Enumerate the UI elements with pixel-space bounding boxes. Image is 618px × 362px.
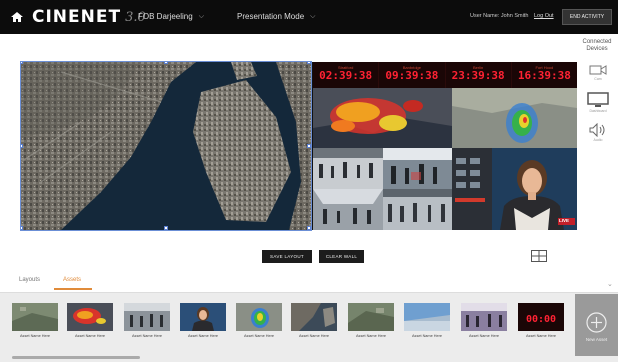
resize-handle[interactable] xyxy=(21,62,23,64)
asset-thumbnail xyxy=(236,303,282,331)
save-layout-button[interactable]: SAVE LAYOUT xyxy=(262,250,312,263)
asset-name: Asset Name Here xyxy=(132,334,162,338)
device-label: Cam xyxy=(594,77,602,81)
world-clock: Berlin 23:39:38 xyxy=(446,62,512,88)
device-label: Audio xyxy=(593,138,603,142)
asset-thumbnail: 00:00 xyxy=(518,303,564,331)
asset-name: Asset Name Here xyxy=(20,334,50,338)
new-asset-button[interactable]: New Asset xyxy=(575,294,618,356)
logout-link[interactable]: Log Out xyxy=(534,13,554,19)
asset-thumbnail xyxy=(67,303,113,331)
asset-thumbnail xyxy=(404,303,450,331)
selected-map-tile[interactable] xyxy=(20,61,312,231)
connected-devices-title: Connected Devices xyxy=(582,39,612,52)
asset-thumbnail xyxy=(180,303,226,331)
world-clock: Stratford 02:39:38 xyxy=(313,62,380,88)
camera-icon xyxy=(589,65,607,75)
asset-name: Asset Name Here xyxy=(75,334,105,338)
world-clock: Banbridge 09:39:38 xyxy=(379,62,446,88)
grid-layout-icon[interactable] xyxy=(531,249,547,267)
asset-item[interactable]: Asset Name Here xyxy=(291,303,337,338)
asset-name: Asset Name Here xyxy=(299,334,329,338)
user-name: User Name: John Smith xyxy=(470,13,529,19)
asset-item[interactable]: Asset Name Here xyxy=(404,303,450,338)
asset-thumbnail xyxy=(348,303,394,331)
asset-item[interactable]: Asset Name Here xyxy=(236,303,282,338)
camera-feed-tile[interactable] xyxy=(383,148,452,189)
clock-time: 16:39:38 xyxy=(517,69,571,82)
tray-scrollbar[interactable] xyxy=(12,356,140,359)
asset-item[interactable]: Asset Name Here xyxy=(12,303,58,338)
resize-handle[interactable] xyxy=(164,226,168,230)
mode-menu-label: Presentation Mode xyxy=(237,12,305,21)
asset-name: Asset Name Here xyxy=(188,334,218,338)
monitor-icon xyxy=(587,92,609,107)
clock-time: 09:39:38 xyxy=(385,69,439,82)
location-menu-label: FOB Darjeeling xyxy=(138,12,193,21)
live-badge: LIVE xyxy=(559,218,570,223)
asset-name: Asset Name Here xyxy=(412,334,442,338)
chevron-down-icon: ⌵ xyxy=(198,12,204,20)
asset-name: Asset Name Here xyxy=(356,334,386,338)
asset-item[interactable]: Asset Name Here xyxy=(124,303,170,338)
asset-item[interactable]: 00:00 Asset Name Here xyxy=(518,303,564,338)
resize-handle[interactable] xyxy=(164,62,168,64)
new-asset-label: New Asset xyxy=(585,337,608,342)
speaker-icon xyxy=(589,123,605,137)
chevron-down-icon[interactable]: ⌄ xyxy=(607,280,613,288)
camera-feed-tile[interactable] xyxy=(313,148,383,189)
camera-feed-tile[interactable] xyxy=(313,189,383,230)
app-brand: CINENET xyxy=(32,7,122,27)
radar-map-tile[interactable] xyxy=(452,88,577,148)
heatmap-tile[interactable] xyxy=(313,88,452,148)
asset-name: Asset Name Here xyxy=(526,334,556,338)
camera-feed-tile[interactable] xyxy=(383,189,452,230)
clock-time: 23:39:38 xyxy=(451,69,505,82)
asset-item[interactable]: Asset Name Here xyxy=(461,303,507,338)
active-tab-indicator xyxy=(54,288,92,290)
resize-handle[interactable] xyxy=(21,226,23,230)
asset-thumbnail xyxy=(12,303,58,331)
asset-name: Asset Name Here xyxy=(244,334,274,338)
mode-menu[interactable]: Presentation Mode ⌵ xyxy=(237,12,315,21)
device-audio[interactable]: Audio xyxy=(583,123,613,142)
device-monitor[interactable]: Dashboard xyxy=(583,92,613,113)
asset-thumbnail xyxy=(124,303,170,331)
tab-assets[interactable]: Assets xyxy=(63,277,81,283)
resize-handle[interactable] xyxy=(307,62,311,64)
asset-item[interactable]: Asset Name Here xyxy=(348,303,394,338)
device-label: Dashboard xyxy=(589,109,607,113)
svg-text:00:00: 00:00 xyxy=(526,314,556,325)
asset-name: Asset Name Here xyxy=(469,334,499,338)
news-feed-tile[interactable]: LIVE xyxy=(452,148,577,230)
device-camera[interactable]: Cam xyxy=(583,64,613,81)
asset-thumbnail xyxy=(291,303,337,331)
location-menu[interactable]: FOB Darjeeling ⌵ xyxy=(138,12,204,21)
tab-layouts[interactable]: Layouts xyxy=(19,277,40,283)
asset-thumbnail xyxy=(461,303,507,331)
resize-handle[interactable] xyxy=(21,144,23,148)
world-clocks: Stratford 02:39:38 Banbridge 09:39:38 Be… xyxy=(313,62,577,88)
world-clock: Fort Hood 16:39:38 xyxy=(512,62,577,88)
resize-handle[interactable] xyxy=(307,144,311,148)
asset-item[interactable]: Asset Name Here xyxy=(180,303,226,338)
clock-time: 02:39:38 xyxy=(319,69,373,82)
home-icon[interactable] xyxy=(10,10,24,24)
resize-handle[interactable] xyxy=(307,226,311,230)
chevron-down-icon: ⌵ xyxy=(310,12,316,20)
clear-wall-button[interactable]: CLEAR WALL xyxy=(319,250,364,263)
plus-circle-icon xyxy=(586,312,607,333)
asset-item[interactable]: Asset Name Here xyxy=(67,303,113,338)
end-activity-button[interactable]: END ACTIVITY xyxy=(562,9,612,25)
